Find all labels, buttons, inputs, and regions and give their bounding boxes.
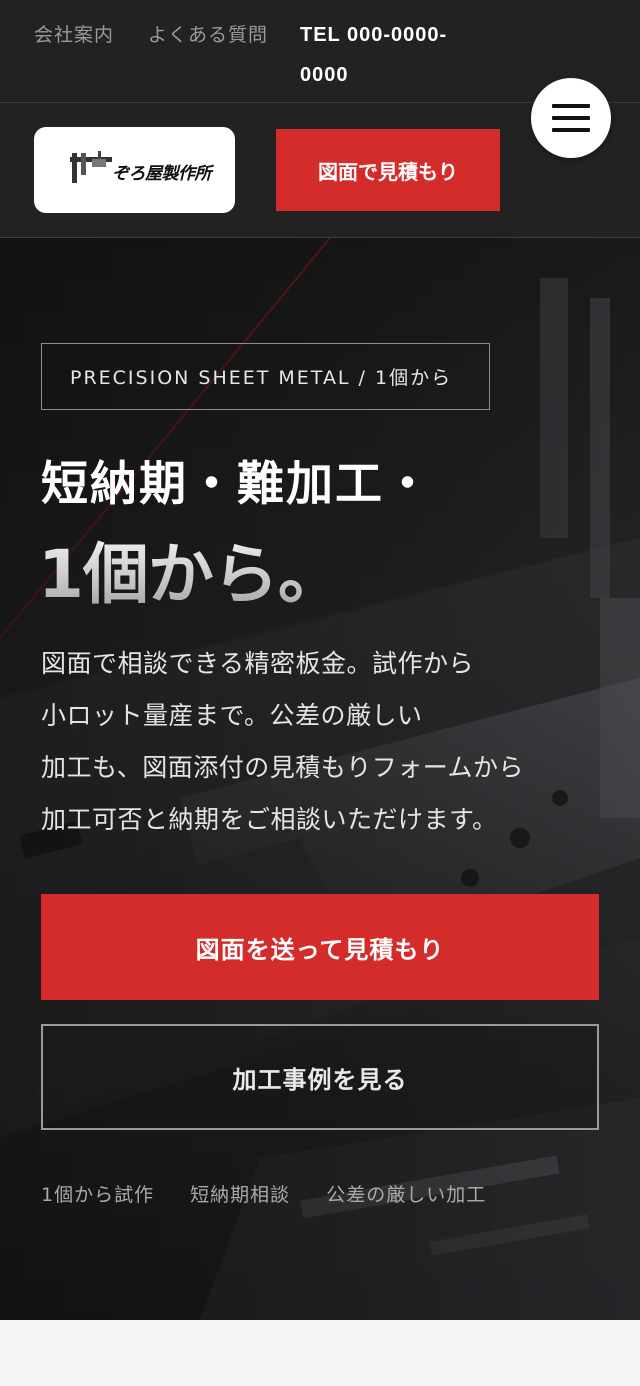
hero-section: PRECISION SHEET METAL / 1個から 短納期・難加工・ 1個… (0, 238, 640, 1320)
hero-headline-line1: 短納期・難加工・ (41, 457, 433, 512)
feature-tag: 公差の厳しい加工 (326, 1184, 487, 1206)
phone-link[interactable]: TEL 000-0000-0000 (300, 15, 480, 95)
hamburger-icon (552, 104, 590, 108)
lead-line: 図面で相談できる精密板金。試作から (41, 649, 475, 678)
hamburger-icon-line (552, 128, 590, 132)
feature-tag: 1個から試作 (41, 1184, 155, 1206)
feature-tag: 短納期相談 (190, 1184, 291, 1206)
lead-line: 加工可否と納期をご相談いただけます。 (41, 805, 498, 834)
hamburger-icon-line (552, 116, 590, 120)
header-quote-button[interactable]: 図面で見積もり (276, 129, 500, 211)
menu-button[interactable] (531, 78, 611, 158)
hero-headline-line2: 1個から。 (38, 521, 344, 617)
next-section-edge (0, 1320, 640, 1386)
lead-line: 小ロット量産まで。公差の厳しい (41, 701, 423, 730)
caliper-icon (70, 151, 112, 183)
lead-line: 加工も、図面添付の見積もりフォームから (41, 753, 525, 782)
hero-tag: PRECISION SHEET METAL / 1個から (41, 343, 490, 410)
send-drawing-quote-button[interactable]: 図面を送って見積もり (41, 894, 599, 1000)
company-logo[interactable]: ぞろ屋製作所 (34, 127, 235, 213)
nav-link-faq[interactable]: よくある質問 (148, 15, 268, 55)
hero-lead-text: 図面で相談できる精密板金。試作から 小ロット量産まで。公差の厳しい 加工も、図面… (41, 638, 601, 846)
view-cases-button[interactable]: 加工事例を見る (41, 1024, 599, 1130)
feature-tags: 1個から試作 短納期相談 公差の厳しい加工 (41, 1180, 516, 1207)
nav-link-company[interactable]: 会社案内 (34, 15, 114, 55)
logo-text: ぞろ屋製作所 (112, 164, 212, 184)
